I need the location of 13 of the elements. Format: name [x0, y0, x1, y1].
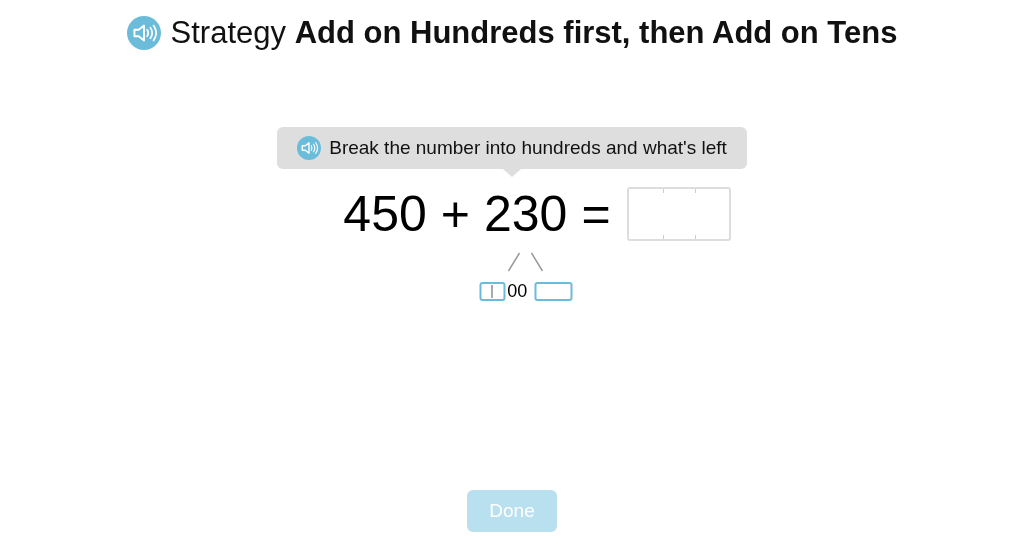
speaker-icon[interactable]: [126, 16, 161, 50]
hint-text: Break the number into hundreds and what's left: [329, 137, 727, 159]
equals-sign: =: [581, 189, 611, 239]
equation-number: 230: [484, 189, 568, 239]
split-lines-drawing: [505, 251, 546, 273]
plus-sign: +: [440, 189, 470, 239]
speaker-icon[interactable]: [297, 136, 322, 160]
digit-input[interactable]: [534, 282, 573, 301]
page-title: Strategy Add on Hundreds first, then Add on Tens: [170, 15, 898, 51]
equation-number: 450: [343, 189, 427, 239]
zeros-text: 00: [507, 281, 528, 302]
digit-input[interactable]: [479, 282, 506, 301]
answer-input[interactable]: [626, 187, 731, 241]
